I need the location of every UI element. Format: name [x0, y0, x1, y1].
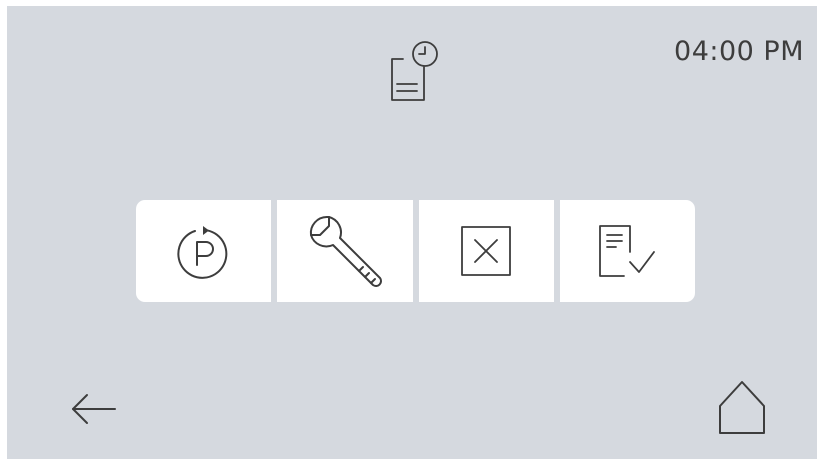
service-button[interactable]: [277, 200, 413, 302]
back-button[interactable]: [59, 384, 129, 434]
checklist-button[interactable]: [559, 200, 695, 302]
action-bar: [136, 200, 695, 302]
arrow-left-icon: [72, 394, 116, 424]
recycle-p-button[interactable]: [136, 200, 272, 302]
wrench-icon: [309, 215, 382, 287]
home-button[interactable]: [707, 372, 777, 442]
close-box-icon: [461, 226, 512, 276]
document-clock-icon: [388, 39, 444, 109]
home-icon: [719, 381, 765, 434]
cancel-button[interactable]: [418, 200, 554, 302]
circular-arrow-p-icon: [177, 226, 227, 279]
document-check-icon: [599, 225, 656, 277]
clock-time: 04:00 PM: [674, 36, 804, 67]
screen: 04:00 PM: [7, 6, 817, 459]
